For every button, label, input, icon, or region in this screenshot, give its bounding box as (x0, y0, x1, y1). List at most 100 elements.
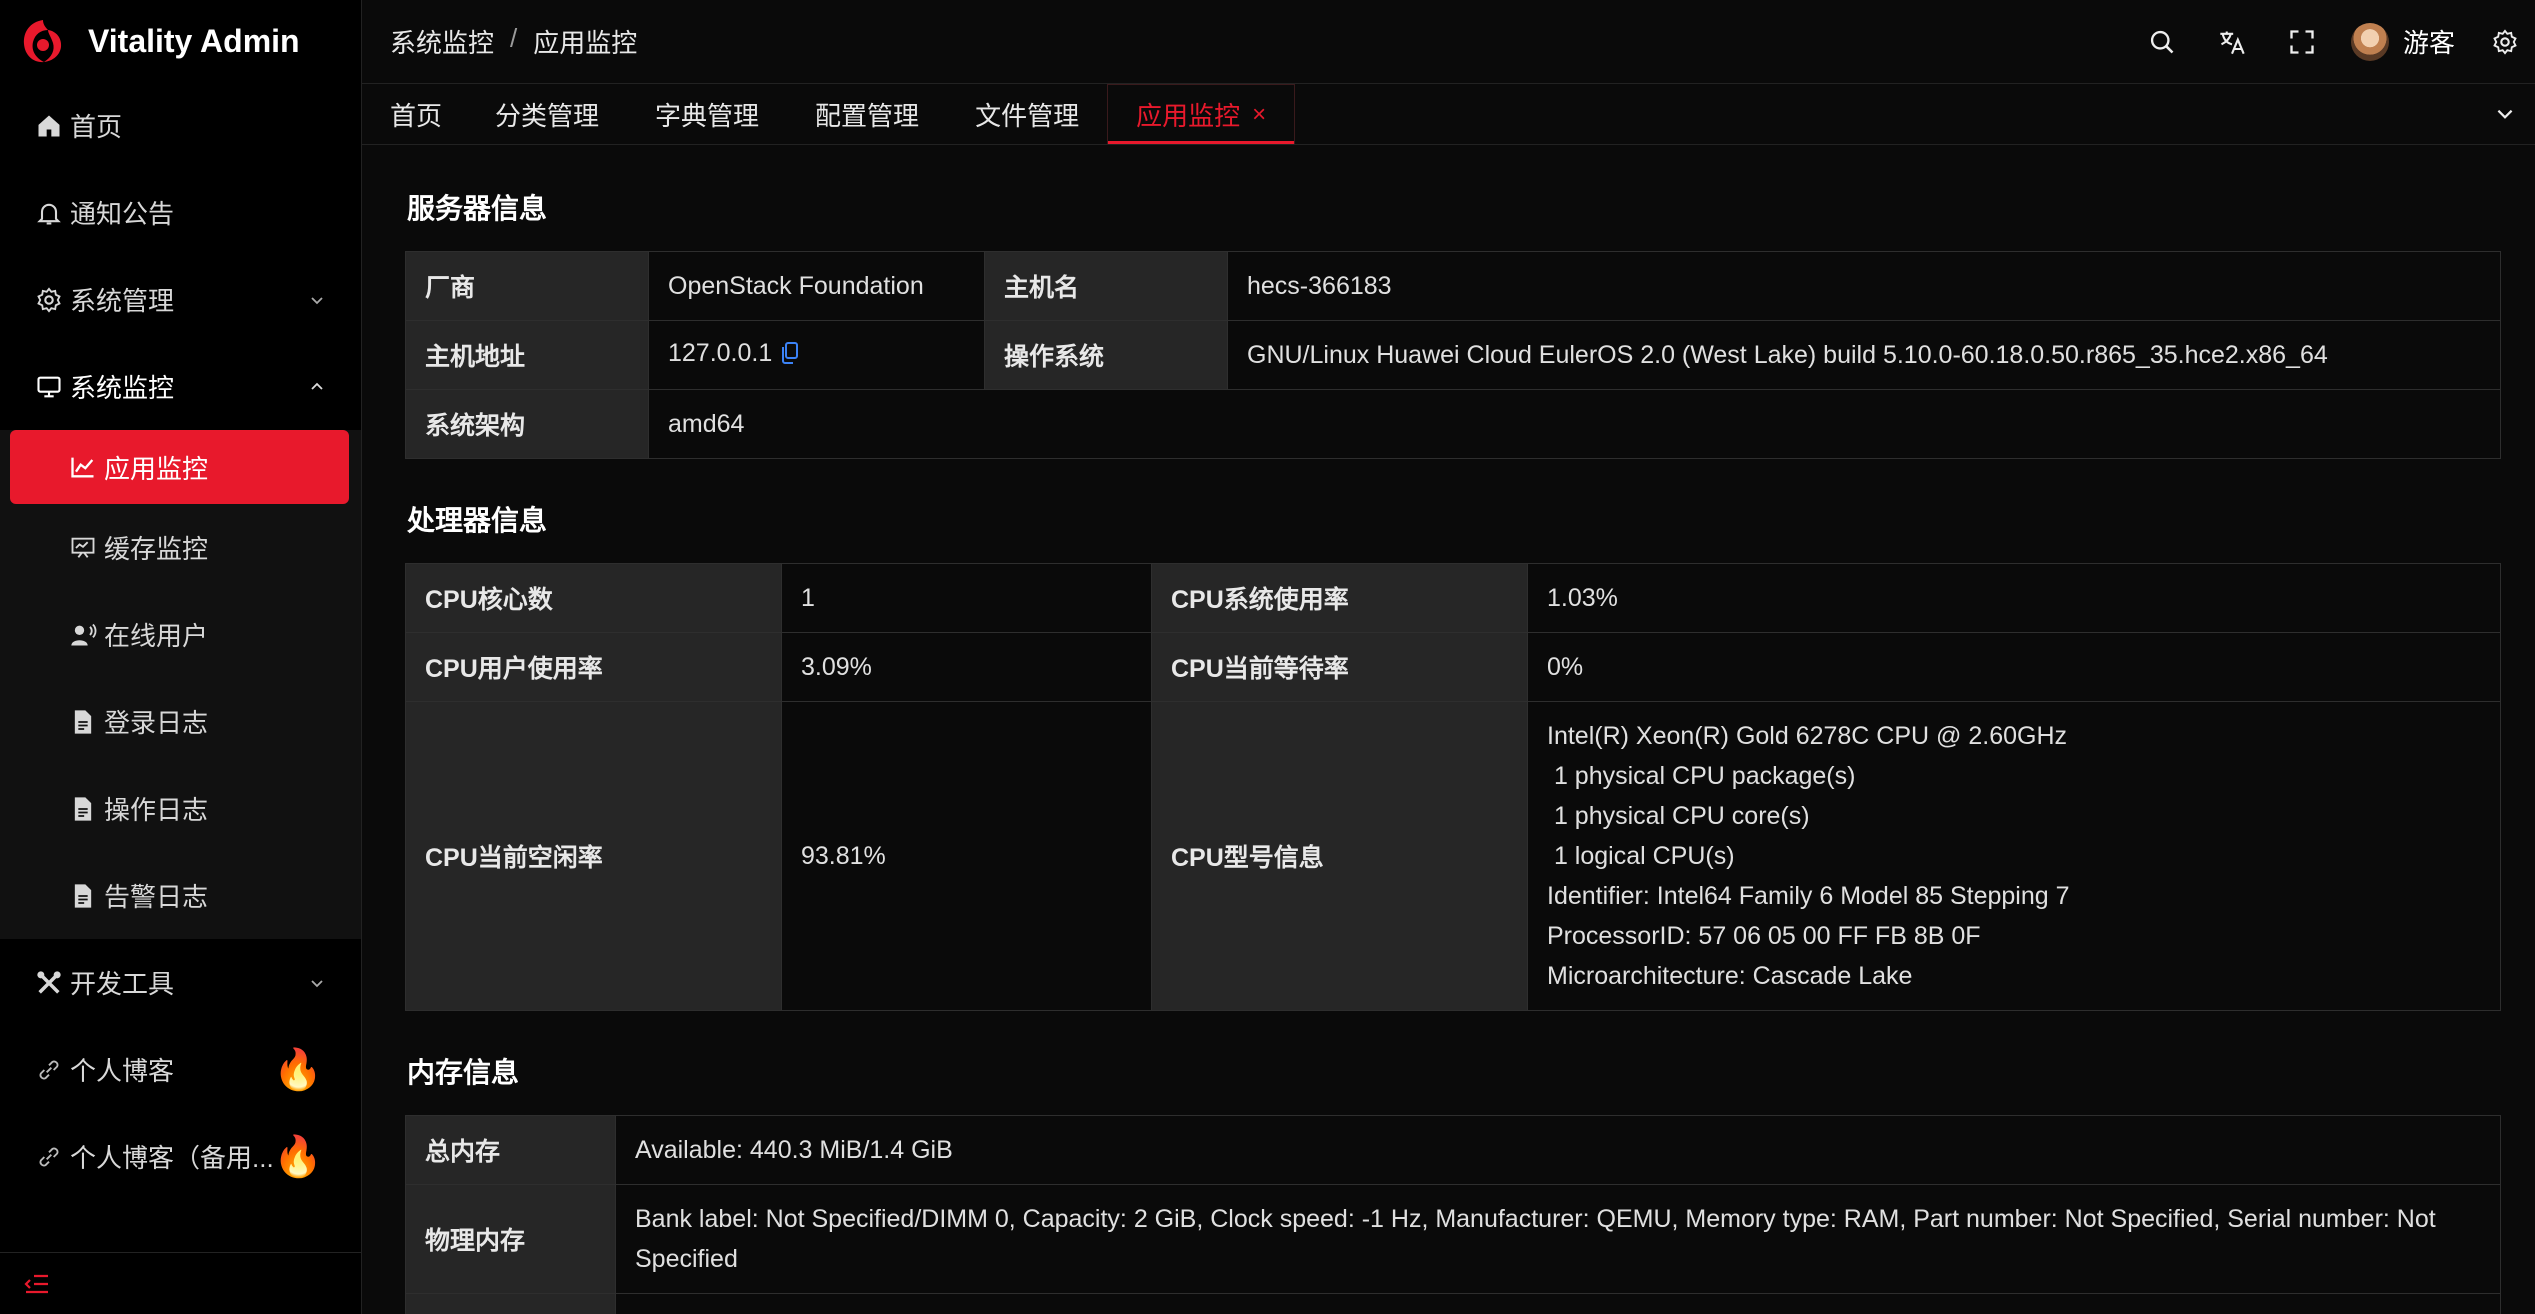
brand-title: Vitality Admin (88, 22, 300, 59)
copy-button[interactable] (780, 341, 800, 372)
fire-icon: 🔥 (273, 1134, 323, 1179)
gear-icon (2493, 28, 2517, 55)
sidebar-item-home[interactable]: 首页 (0, 82, 361, 169)
server-info-table: 厂商 OpenStack Foundation 主机名 hecs-366183 … (405, 251, 2501, 459)
fullscreen-button[interactable] (2267, 0, 2337, 84)
cell-value (615, 1293, 2501, 1314)
cell-value: 3.09% (781, 632, 1152, 702)
link-icon (34, 1142, 64, 1172)
tab-dictionary[interactable]: 字典管理 (627, 84, 787, 144)
tab-label: 配置管理 (815, 100, 920, 131)
table-row: CPU核心数 1 CPU系统使用率 1.03% (405, 563, 2501, 633)
gear-icon (34, 285, 64, 315)
collapse-menu-icon (24, 1274, 48, 1293)
sidebar-item-label: 首页 (70, 112, 123, 142)
sidebar-submenu-monitor: 应用监控 缓存监控 在线用户 登录日志 操作日志 告警日志 (0, 430, 361, 939)
sidebar-item-label: 登录日志 (104, 708, 209, 738)
doc-icon (68, 881, 98, 911)
section-title-memory: 内存信息 (407, 1057, 520, 1088)
username[interactable]: 游客 (2403, 23, 2455, 60)
cell-value: Bank label: Not Specified/DIMM 0, Capaci… (615, 1184, 2501, 1294)
settings-button[interactable] (2485, 0, 2525, 84)
cpu-model-line: Intel(R) Xeon(R) Gold 6278C CPU @ 2.60GH… (1547, 722, 2068, 750)
tab-bar: 首页 分类管理 字典管理 配置管理 文件管理 应用监控 × (362, 84, 2535, 145)
cell-label: CPU当前等待率 (1151, 632, 1528, 702)
chevron-down-icon (311, 296, 323, 304)
main-content: 服务器信息 厂商 OpenStack Foundation 主机名 hecs-3… (362, 145, 2535, 1314)
link-icon (34, 1055, 64, 1085)
breadcrumb-item-current: 应用监控 (533, 28, 638, 58)
sidebar-item-app-monitor[interactable]: 应用监控 (10, 430, 349, 504)
cpu-model-line: 1 physical CPU core(s) (1547, 802, 1810, 830)
sidebar-item-label: 应用监控 (104, 453, 209, 484)
cpu-model-line: Microarchitecture: Cascade Lake (1547, 962, 1913, 990)
cell-value: 1.03% (1527, 563, 2501, 633)
fire-icon: 🔥 (273, 1047, 323, 1092)
cell-label: 厂商 (405, 251, 649, 321)
sidebar-item-system-monitor[interactable]: 系统监控 (0, 343, 361, 430)
brand[interactable]: Vitality Admin (0, 0, 361, 82)
tabs-more-button[interactable] (2475, 84, 2535, 144)
sidebar-item-blog-backup[interactable]: 个人博客（备用... 🔥 (0, 1113, 361, 1200)
search-icon (2150, 30, 2174, 53)
table-row: 系统架构 amd64 (405, 389, 2501, 459)
sidebar-item-system-management[interactable]: 系统管理 (0, 256, 361, 343)
sidebar-item-operation-log[interactable]: 操作日志 (0, 765, 361, 852)
sidebar-item-login-log[interactable]: 登录日志 (0, 678, 361, 765)
cpu-info-table: CPU核心数 1 CPU系统使用率 1.03% CPU用户使用率 3.09% C… (405, 563, 2501, 1011)
sidebar-collapse-button[interactable] (0, 1252, 361, 1314)
close-icon[interactable]: × (1252, 101, 1266, 129)
bell-icon (34, 198, 64, 228)
table-row: 主机地址 127.0.0.1 操作系统 GNU/Linux Huawei Clo… (405, 320, 2501, 390)
cpu-model-info: Intel(R) Xeon(R) Gold 6278C CPU @ 2.60GH… (1527, 701, 2501, 1011)
tab-home[interactable]: 首页 (362, 84, 467, 144)
cpu-model-line: ProcessorID: 57 06 05 00 FF FB 8B 0F (1547, 922, 1981, 950)
tab-label: 字典管理 (655, 100, 760, 131)
monitor-icon (34, 372, 64, 402)
logo-icon (23, 20, 62, 63)
tab-label: 首页 (390, 100, 443, 131)
sidebar-item-cache-monitor[interactable]: 缓存监控 (0, 504, 361, 591)
cell-label: CPU当前空闲率 (405, 701, 782, 1011)
chevron-up-icon (311, 382, 323, 390)
translate-icon (2220, 31, 2245, 54)
cell-value: GNU/Linux Huawei Cloud EulerOS 2.0 (West… (1227, 320, 2501, 390)
language-button[interactable] (2197, 0, 2267, 84)
sidebar-item-label: 缓存监控 (104, 534, 209, 564)
breadcrumb-separator: / (510, 23, 518, 53)
tab-app-monitor[interactable]: 应用监控 × (1107, 84, 1296, 144)
sidebar-item-label: 系统管理 (70, 286, 175, 316)
sidebar-item-label: 系统监控 (70, 373, 175, 403)
breadcrumb-item[interactable]: 系统监控 (390, 23, 494, 60)
cell-value: 1 (781, 563, 1152, 633)
cell-label: CPU系统使用率 (1151, 563, 1528, 633)
table-row (405, 1293, 2501, 1314)
tab-config[interactable]: 配置管理 (787, 84, 947, 144)
cell-label: CPU用户使用率 (405, 632, 782, 702)
sidebar-item-alarm-log[interactable]: 告警日志 (0, 852, 361, 939)
home-icon (34, 111, 64, 141)
doc-icon (68, 794, 98, 824)
avatar[interactable] (2350, 22, 2389, 61)
cell-value: 0% (1527, 632, 2501, 702)
tools-icon (34, 968, 64, 998)
sidebar-item-label: 个人博客 (70, 1056, 175, 1086)
copy-icon (782, 341, 799, 364)
sidebar-item-label: 告警日志 (104, 882, 209, 912)
tab-category[interactable]: 分类管理 (467, 84, 627, 144)
tab-files[interactable]: 文件管理 (947, 84, 1107, 144)
table-row: CPU当前空闲率 93.81% CPU型号信息 Intel(R) Xeon(R)… (405, 701, 2501, 1011)
cell-value: OpenStack Foundation (648, 251, 985, 321)
table-row: CPU用户使用率 3.09% CPU当前等待率 0% (405, 632, 2501, 702)
sidebar-item-blog[interactable]: 个人博客 🔥 (0, 1026, 361, 1113)
sidebar-item-notice[interactable]: 通知公告 (0, 169, 361, 256)
chart-icon (68, 452, 98, 482)
section-title-cpu: 处理器信息 (407, 505, 548, 536)
cell-label: CPU型号信息 (1151, 701, 1528, 1011)
sidebar-item-online-users[interactable]: 在线用户 (0, 591, 361, 678)
sidebar-item-dev-tools[interactable]: 开发工具 (0, 939, 361, 1026)
cell-label: 操作系统 (984, 320, 1228, 390)
memory-info-table: 总内存 Available: 440.3 MiB/1.4 GiB 物理内存 Ba… (405, 1115, 2501, 1314)
table-row: 厂商 OpenStack Foundation 主机名 hecs-366183 (405, 251, 2501, 321)
search-button[interactable] (2127, 0, 2197, 84)
